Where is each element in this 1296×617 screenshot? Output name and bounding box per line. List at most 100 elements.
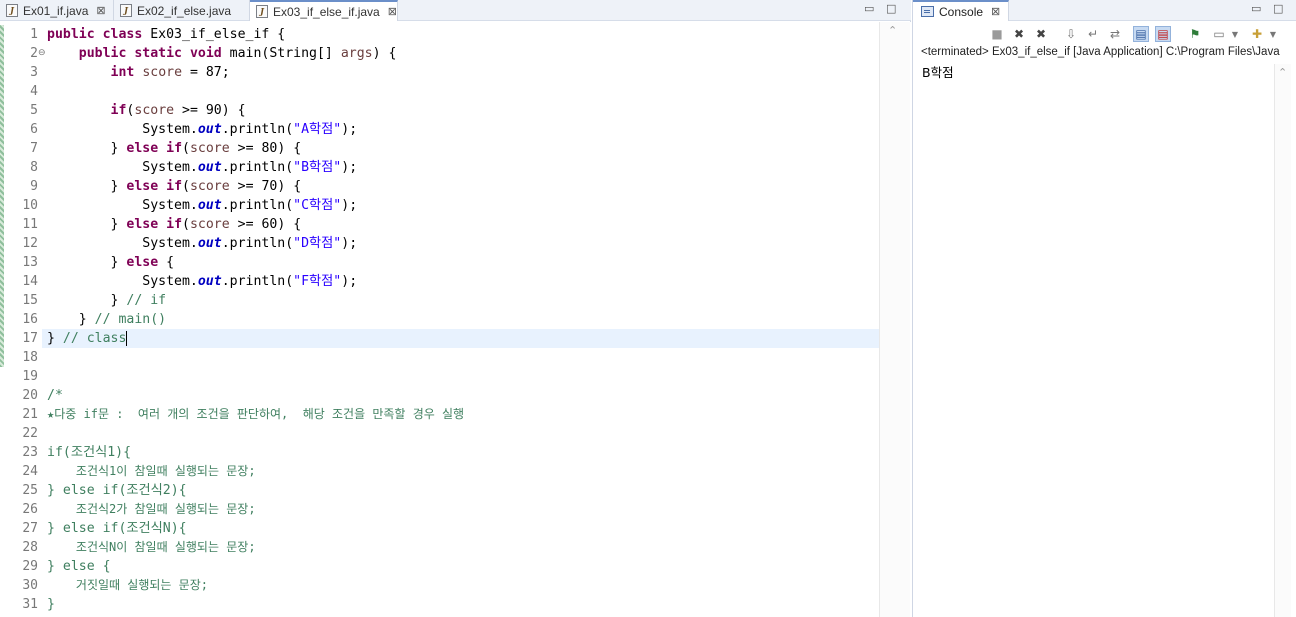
code-line: 조건식1이 참일때 실행되는 문장;	[47, 464, 256, 478]
chevron-down-icon[interactable]: ▼	[1265, 26, 1281, 42]
static-field: out	[197, 274, 222, 289]
keyword: else	[126, 217, 159, 232]
close-icon[interactable]: ⊠	[991, 5, 1000, 18]
keyword: class	[102, 27, 143, 42]
code-line: 거짓일때 실행되는 문장;	[47, 578, 208, 592]
line-number: 2	[30, 46, 38, 61]
show-on-output-icon[interactable]: ▤	[1133, 26, 1149, 42]
code-line: } else if(조건식2){	[47, 483, 187, 498]
chevron-down-icon[interactable]: ▼	[1227, 26, 1243, 42]
code-token: );	[341, 198, 358, 213]
code-token: System.	[142, 122, 198, 137]
code-line: } else if(score >= 60) {	[47, 215, 302, 234]
code-line: int score = 87;	[47, 63, 230, 82]
editor-vertical-scrollbar[interactable]: ⌃	[879, 22, 910, 617]
console-output[interactable]: B학점	[922, 64, 954, 82]
word-wrap-icon[interactable]: ↵	[1085, 26, 1101, 42]
show-on-output-icon[interactable]: ⇄	[1107, 26, 1123, 42]
code-token: }	[110, 141, 127, 156]
code-token: );	[341, 274, 358, 289]
comment: // main()	[94, 312, 167, 327]
code-token: System.	[142, 274, 198, 289]
line-number: 28	[22, 540, 38, 555]
line-number: 21	[22, 407, 38, 422]
close-icon[interactable]: ⊠	[96, 4, 105, 17]
code-line: } // if	[47, 291, 167, 310]
code-token: );	[341, 236, 358, 251]
code-token: );	[341, 122, 358, 137]
minimize-icon[interactable]: ▭	[1251, 2, 1261, 15]
tab-label: Ex03_if_else_if.java	[273, 4, 380, 19]
line-number-ruler: 1 2 ⊖ 3 4 5 6 7 8 9 10 11 12 13 14 15 16…	[4, 22, 46, 617]
code-token: }	[110, 217, 127, 232]
variable: score	[142, 65, 183, 80]
keyword: void	[189, 46, 222, 61]
string-literal: "C학점"	[293, 198, 342, 213]
show-on-error-icon[interactable]: ▤	[1155, 26, 1171, 42]
scroll-up-icon[interactable]: ⌃	[1278, 66, 1287, 79]
code-token: >= 70) {	[229, 179, 302, 194]
maximize-icon[interactable]: □	[1273, 2, 1283, 15]
code-token: main(String[]	[221, 46, 341, 61]
code-line: System.out.println("D학점");	[47, 234, 357, 253]
fold-collapse-icon[interactable]: ⊖	[38, 44, 46, 63]
code-token: );	[341, 160, 358, 175]
scroll-up-icon[interactable]: ⌃	[888, 24, 897, 37]
tab-ex03-if-else-if[interactable]: J Ex03_if_else_if.java ⊠	[250, 0, 398, 21]
terminate-icon[interactable]: ■	[989, 26, 1005, 42]
editor-pane: J Ex01_if.java ⊠ J Ex02_if_else.java J E…	[0, 0, 911, 617]
line-number: 22	[22, 426, 38, 441]
tab-label: Ex02_if_else.java	[137, 3, 232, 18]
code-line: } else {	[47, 253, 175, 272]
variable: score	[189, 179, 230, 194]
code-token: System.	[142, 198, 198, 213]
code-line: }	[47, 597, 55, 612]
display-selected-console-icon[interactable]: ▭	[1211, 26, 1227, 42]
variable: score	[189, 217, 230, 232]
tab-ex01-if[interactable]: J Ex01_if.java ⊠	[0, 0, 114, 21]
code-line: ★다중 if문 : 여러 개의 조건을 판단하여, 해당 조건을 만족할 경우 …	[47, 407, 465, 421]
minimize-icon[interactable]: ▭	[864, 2, 874, 15]
line-number: 14	[22, 274, 38, 289]
variable: args	[340, 46, 373, 61]
line-number: 20	[22, 388, 38, 403]
code-line: System.out.println("B학점");	[47, 158, 357, 177]
code-editor[interactable]: 1 2 ⊖ 3 4 5 6 7 8 9 10 11 12 13 14 15 16…	[0, 22, 911, 617]
code-line: 조건식2가 참일때 실행되는 문장;	[47, 502, 256, 516]
pin-console-icon[interactable]: ⚑	[1187, 26, 1203, 42]
keyword: public	[47, 27, 95, 42]
text-caret	[126, 330, 128, 346]
variable: score	[134, 103, 175, 118]
code-line: System.out.println("A학점");	[47, 120, 357, 139]
code-token: .println(	[221, 236, 294, 251]
code-token: }	[110, 293, 127, 308]
tab-ex02-if-else[interactable]: J Ex02_if_else.java	[114, 0, 250, 21]
maximize-icon[interactable]: □	[886, 2, 896, 15]
scroll-lock-icon[interactable]: ⇩	[1063, 26, 1079, 42]
code-text[interactable]: public class Ex03_if_else_if { public st…	[47, 22, 879, 617]
close-icon[interactable]: ⊠	[388, 5, 397, 18]
console-process-header: <terminated> Ex03_if_else_if [Java Appli…	[921, 46, 1280, 58]
line-number: 3	[30, 65, 38, 80]
static-field: out	[197, 198, 222, 213]
console-icon	[921, 6, 934, 17]
code-token: >= 90) {	[174, 103, 246, 118]
line-number: 9	[30, 179, 38, 194]
code-line: } else if(조건식N){	[47, 521, 187, 536]
code-token: .println(	[221, 274, 294, 289]
line-number: 16	[22, 312, 38, 327]
remove-all-terminated-icon[interactable]: ✖	[1033, 26, 1049, 42]
code-token: ) {	[372, 46, 397, 61]
tab-label: Ex01_if.java	[23, 3, 89, 18]
code-line: public static void main(String[] args) {	[47, 44, 397, 63]
line-number: 26	[22, 502, 38, 517]
code-line: 조건식N이 참일때 실행되는 문장;	[47, 540, 256, 554]
console-vertical-scrollbar[interactable]: ⌃	[1274, 64, 1291, 617]
code-token: Ex03_if_else_if {	[142, 27, 286, 42]
string-literal: "B학점"	[293, 160, 342, 175]
tab-console[interactable]: Console ⊠	[913, 0, 1009, 21]
line-number: 1	[30, 27, 38, 42]
line-number: 27	[22, 521, 38, 536]
open-console-icon[interactable]: ✚	[1249, 26, 1265, 42]
remove-launch-icon[interactable]: ✖	[1011, 26, 1027, 42]
